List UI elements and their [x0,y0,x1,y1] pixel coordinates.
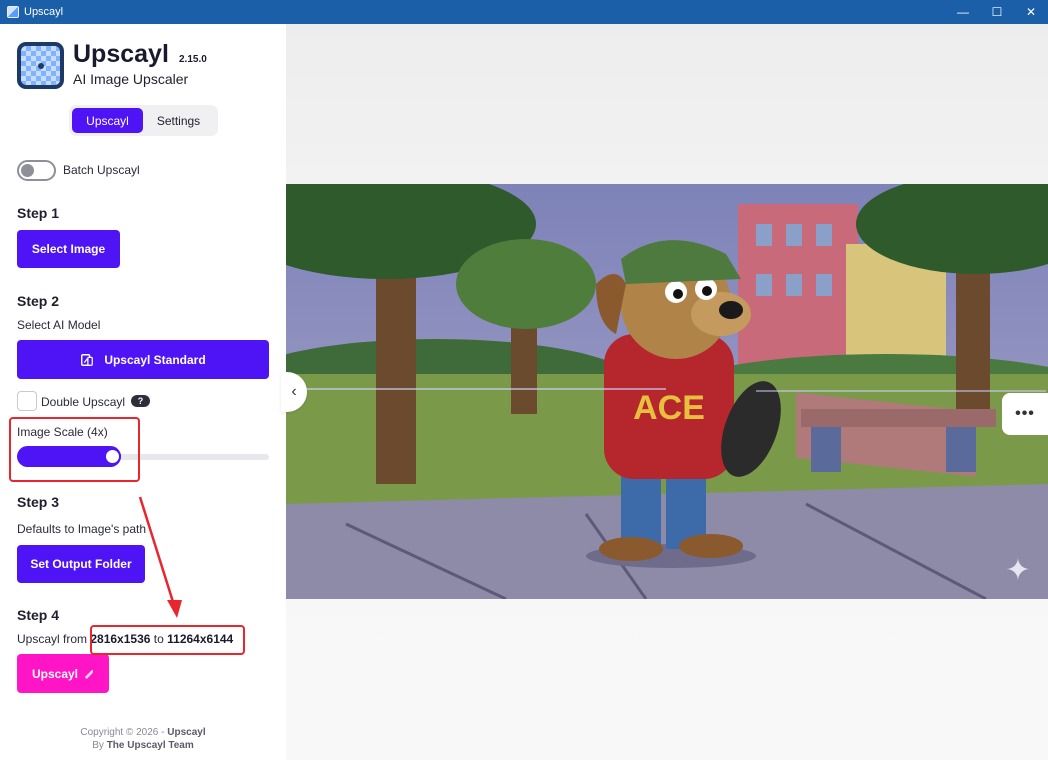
step4-title: Step 4 [17,607,60,623]
copyright-brand[interactable]: Upscayl [167,727,205,738]
toggle-knob [21,164,34,177]
set-output-folder-button[interactable]: Set Output Folder [17,545,145,583]
jersey-text: ACE [633,389,705,427]
sparkle-icon: ✦ [1005,553,1030,588]
app-version: 2.15.0 [179,54,207,65]
by-text: By [92,740,104,751]
upscayl-button[interactable]: Upscayl [17,654,109,693]
tab-upscayl[interactable]: Upscayl [72,108,143,133]
upscayl-logo [17,42,64,89]
app-icon [7,6,19,18]
batch-upscayl-label: Batch Upscayl [63,163,140,177]
close-button[interactable]: ✕ [1014,0,1048,24]
title-bar: Upscayl — ☐ ✕ [0,0,1048,24]
annotation-resolution-box [90,625,245,655]
select-image-button[interactable]: Select Image [17,230,120,268]
upscale-prefix: Upscayl from [17,632,88,646]
batch-upscayl-toggle[interactable] [17,160,56,181]
upscayl-button-label: Upscayl [31,666,79,681]
footer-copyright: Copyright © 2026 - Upscayl [0,727,286,738]
window-title: Upscayl [24,6,64,18]
tab-bar: Upscayl Settings [69,105,218,136]
sparkle-brush-icon [84,669,94,679]
help-icon[interactable]: ? [131,395,150,407]
model-icon [81,353,94,366]
app-name: Upscayl [73,40,169,68]
more-options-button[interactable]: ••• [1002,393,1048,435]
double-upscayl-label: Double Upscayl [41,395,126,409]
step1-title: Step 1 [17,205,60,221]
maximize-button[interactable]: ☐ [980,0,1014,24]
team-link[interactable]: The Upscayl Team [107,740,194,751]
image-preview: ACE ✦ [286,184,1048,599]
double-upscayl-checkbox[interactable] [17,391,37,411]
model-label: Upscayl Standard [104,352,206,367]
step2-subtitle: Select AI Model [17,318,101,332]
step2-title: Step 2 [17,293,60,309]
window-controls: — ☐ ✕ [946,0,1048,24]
copyright-text: Copyright © 2026 - [80,727,165,738]
tab-settings[interactable]: Settings [143,108,214,133]
step3-title: Step 3 [17,494,60,510]
footer-team: By The Upscayl Team [0,740,286,751]
minimize-button[interactable]: — [946,0,980,24]
step3-subtitle: Defaults to Image's path [17,522,147,536]
select-model-button[interactable]: Upscayl Standard [17,340,269,379]
annotation-scale-box [9,417,140,482]
app-tagline: AI Image Upscaler [73,71,189,87]
